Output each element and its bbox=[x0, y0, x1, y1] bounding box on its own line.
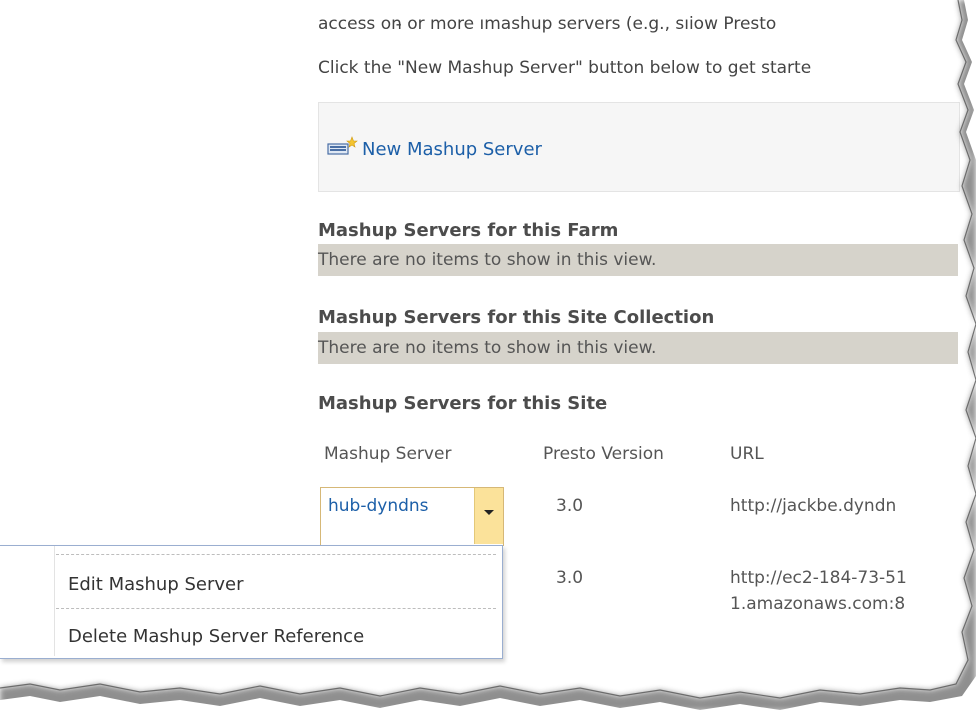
item-menu-dropdown-button[interactable] bbox=[474, 488, 503, 544]
row-2-presto-version: 3.0 bbox=[556, 568, 584, 588]
farm-section-heading: Mashup Servers for this Farm bbox=[318, 220, 619, 241]
column-header-presto-version[interactable]: Presto Version bbox=[543, 444, 664, 464]
row-1-url: http://jackbe.dyndn bbox=[730, 496, 897, 516]
new-item-icon bbox=[326, 136, 362, 163]
page-content: access on̵ or more ımashup servers (e.g.… bbox=[0, 0, 976, 711]
site-collection-empty-message: There are no items to show in this view. bbox=[318, 332, 958, 364]
new-mashup-server-link[interactable]: New Mashup Server bbox=[326, 136, 542, 163]
menu-divider bbox=[56, 608, 496, 609]
new-mashup-server-label[interactable]: New Mashup Server bbox=[362, 139, 542, 160]
menu-item-delete-mashup-server-reference[interactable]: Delete Mashup Server Reference bbox=[68, 626, 364, 647]
row-2-url-line-2: 1.amazonaws.com:8 bbox=[730, 594, 906, 614]
row-1-presto-version: 3.0 bbox=[556, 496, 584, 516]
context-menu-icon-gutter bbox=[0, 546, 55, 656]
server-name-link[interactable]: hub-dyndns bbox=[328, 496, 429, 516]
column-header-url[interactable]: URL bbox=[730, 444, 764, 464]
site-collection-section-heading: Mashup Servers for this Site Collection bbox=[318, 307, 715, 328]
row-2-url-line-1: http://ec2-184-73-51 bbox=[730, 568, 907, 588]
farm-empty-message: There are no items to show in this view. bbox=[318, 244, 958, 276]
menu-item-edit-mashup-server[interactable]: Edit Mashup Server bbox=[68, 574, 244, 595]
chevron-down-icon bbox=[484, 510, 494, 515]
site-section-heading: Mashup Servers for this Site bbox=[318, 393, 608, 414]
menu-divider bbox=[56, 554, 496, 555]
intro-text-line-2: Click the "New Mashup Server" button bel… bbox=[318, 58, 812, 78]
column-header-mashup-server[interactable]: Mashup Server bbox=[324, 444, 451, 464]
intro-text-line-1: access on̵ or more ımashup servers (e.g.… bbox=[318, 14, 777, 34]
